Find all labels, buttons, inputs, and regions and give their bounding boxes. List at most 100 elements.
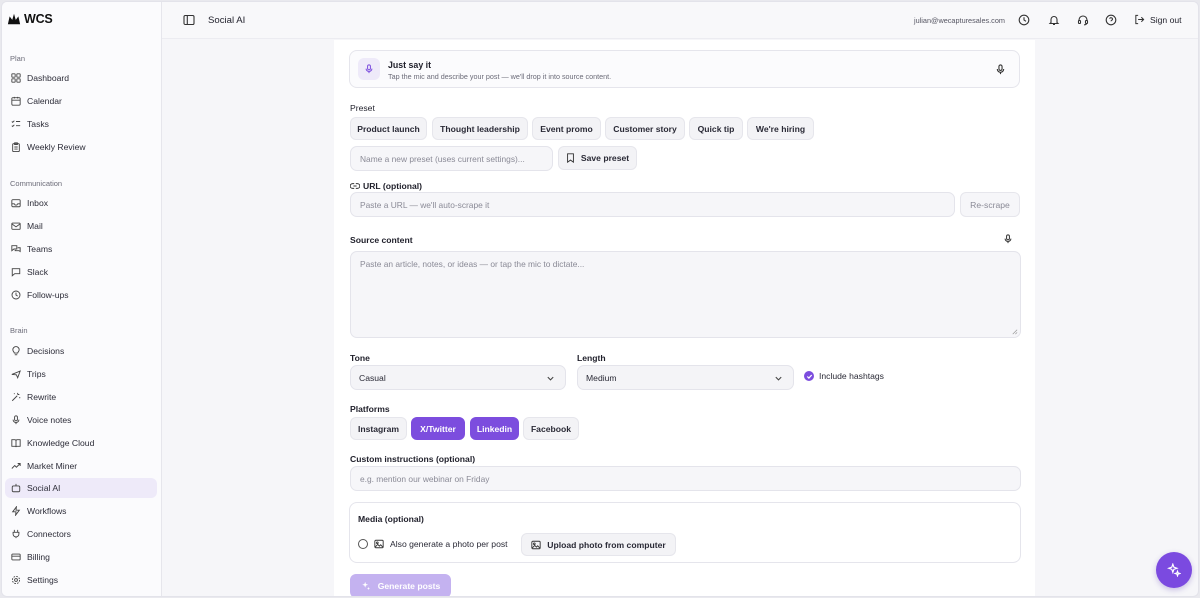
ai-assistant-fab[interactable] xyxy=(1156,552,1192,588)
include-hashtags-checkbox[interactable]: Include hashtags xyxy=(804,371,884,381)
microphone-icon[interactable] xyxy=(995,64,1006,75)
gear-icon xyxy=(11,575,21,585)
clipboard-icon xyxy=(12,142,20,152)
list-check-icon xyxy=(11,120,21,128)
sparkles-icon xyxy=(1167,563,1181,577)
sidebar-item-label: Voice notes xyxy=(27,415,72,425)
voice-mic-badge[interactable] xyxy=(358,58,380,80)
preset-chip-event-promo[interactable]: Event promo xyxy=(532,117,601,140)
platform-chip-linkedin[interactable]: Linkedin xyxy=(470,417,519,440)
save-preset-button[interactable]: Save preset xyxy=(558,146,637,170)
bookmark-icon xyxy=(566,153,574,163)
sidebar-item-voice-notes[interactable]: Voice notes xyxy=(5,410,157,430)
sidebar-item-tasks[interactable]: Tasks xyxy=(5,114,157,134)
bot-icon xyxy=(11,483,21,493)
sidebar-item-workflows[interactable]: Workflows xyxy=(5,501,157,521)
voice-subtitle: Tap the mic and describe your post — we'… xyxy=(388,72,612,81)
help-circle-icon[interactable] xyxy=(1105,14,1117,26)
generate-photo-label: Also generate a photo per post xyxy=(390,539,508,549)
sidebar-item-label: Decisions xyxy=(27,346,65,356)
preset-chip-row: Product launch Thought leadership Event … xyxy=(350,117,1030,141)
sidebar-item-label: Tasks xyxy=(27,119,49,129)
sidebar-item-teams[interactable]: Teams xyxy=(5,239,157,259)
magic-wand-icon xyxy=(11,392,21,402)
sidebar-item-label: Calendar xyxy=(27,96,62,106)
sidebar-toggle-icon[interactable] xyxy=(183,14,195,26)
source-content-textarea[interactable]: Paste an article, notes, or ideas — or t… xyxy=(350,251,1021,338)
checkbox-checked[interactable] xyxy=(804,371,814,381)
url-input[interactable]: Paste a URL — we'll auto-scrape it xyxy=(350,192,955,217)
sidebar-item-label: Rewrite xyxy=(27,392,57,402)
sidebar-item-label: Workflows xyxy=(27,506,67,516)
tone-value: Casual xyxy=(359,372,386,383)
sidebar-item-decisions[interactable]: Decisions xyxy=(5,341,157,361)
length-label: Length xyxy=(577,353,606,363)
sidebar-item-social-ai[interactable]: Social AI xyxy=(5,478,157,498)
chevron-down-icon xyxy=(775,376,782,381)
voice-input-card[interactable]: Just say it Tap the mic and describe you… xyxy=(349,50,1020,88)
app-window: WCS Plan Dashboard Calendar Tasks Weekly… xyxy=(1,1,1199,597)
sidebar: WCS Plan Dashboard Calendar Tasks Weekly… xyxy=(2,2,162,596)
sidebar-item-dashboard[interactable]: Dashboard xyxy=(5,68,157,88)
clock-icon[interactable] xyxy=(1018,14,1030,26)
generate-photo-radio[interactable] xyxy=(358,539,368,549)
length-select[interactable]: Medium xyxy=(577,365,794,390)
sidebar-item-label: Inbox xyxy=(27,198,49,208)
calendar-icon xyxy=(11,96,21,106)
preset-chip-were-hiring[interactable]: We're hiring xyxy=(747,117,814,140)
microphone-icon[interactable] xyxy=(1003,234,1013,244)
logo[interactable]: WCS xyxy=(7,12,53,26)
book-icon xyxy=(11,439,21,448)
sidebar-item-market-miner[interactable]: Market Miner xyxy=(5,456,157,476)
sign-out-button[interactable]: Sign out xyxy=(1134,14,1182,25)
sidebar-item-label: Social AI xyxy=(27,483,61,493)
sidebar-item-rewrite[interactable]: Rewrite xyxy=(5,387,157,407)
tone-select[interactable]: Casual xyxy=(350,365,566,390)
platform-chip-x-twitter[interactable]: X/Twitter xyxy=(411,417,465,440)
grid-icon xyxy=(11,73,21,83)
sidebar-item-follow-ups[interactable]: Follow-ups xyxy=(5,285,157,305)
bell-icon[interactable] xyxy=(1048,14,1060,26)
sign-out-label: Sign out xyxy=(1150,14,1182,25)
preset-chip-customer-story[interactable]: Customer story xyxy=(605,117,685,140)
custom-instructions-input[interactable]: e.g. mention our webinar on Friday xyxy=(350,466,1021,491)
rescrape-button[interactable]: Re-scrape xyxy=(960,192,1020,217)
preset-chip-quick-tip[interactable]: Quick tip xyxy=(689,117,743,140)
link-icon xyxy=(350,183,360,189)
sidebar-item-slack[interactable]: Slack xyxy=(5,262,157,282)
sidebar-item-weekly-review[interactable]: Weekly Review xyxy=(5,137,157,157)
preset-chip-thought-leadership[interactable]: Thought leadership xyxy=(432,117,528,140)
sidebar-item-mail[interactable]: Mail xyxy=(5,216,157,236)
plane-icon xyxy=(11,370,21,379)
sidebar-item-billing[interactable]: Billing xyxy=(5,547,157,567)
generate-photo-option[interactable]: Also generate a photo per post xyxy=(358,539,508,549)
sidebar-item-inbox[interactable]: Inbox xyxy=(5,193,157,213)
sidebar-item-settings[interactable]: Settings xyxy=(5,570,157,590)
new-preset-input[interactable]: Name a new preset (uses current settings… xyxy=(350,146,553,171)
sidebar-item-calendar[interactable]: Calendar xyxy=(5,91,157,111)
platform-chip-facebook[interactable]: Facebook xyxy=(523,417,579,440)
chevron-down-icon xyxy=(547,376,554,381)
preset-chip-product-launch[interactable]: Product launch xyxy=(350,117,427,140)
media-card: Media (optional) Also generate a photo p… xyxy=(349,502,1021,563)
sidebar-item-knowledge-cloud[interactable]: Knowledge Cloud xyxy=(5,433,157,453)
upload-photo-button[interactable]: Upload photo from computer xyxy=(521,533,676,556)
voice-title: Just say it xyxy=(388,60,432,70)
platform-chip-instagram[interactable]: Instagram xyxy=(350,417,407,440)
page-title: Social AI xyxy=(208,15,246,26)
clock-icon xyxy=(11,290,21,300)
image-icon xyxy=(374,539,384,549)
sidebar-item-label: Market Miner xyxy=(27,461,78,471)
social-ai-form: Just say it Tap the mic and describe you… xyxy=(334,40,1035,596)
sparkles-icon xyxy=(361,581,370,591)
sidebar-item-trips[interactable]: Trips xyxy=(5,364,157,384)
generate-posts-button[interactable]: Generate posts xyxy=(350,574,451,596)
resize-handle-icon[interactable] xyxy=(1011,328,1018,335)
source-content-label: Source content xyxy=(350,235,413,245)
upload-photo-label: Upload photo from computer xyxy=(547,539,666,550)
headset-icon[interactable] xyxy=(1077,14,1089,26)
sidebar-item-connectors[interactable]: Connectors xyxy=(5,524,157,544)
zap-icon xyxy=(11,506,21,516)
sidebar-item-label: Weekly Review xyxy=(27,142,86,152)
url-label: URL (optional) xyxy=(363,181,423,191)
